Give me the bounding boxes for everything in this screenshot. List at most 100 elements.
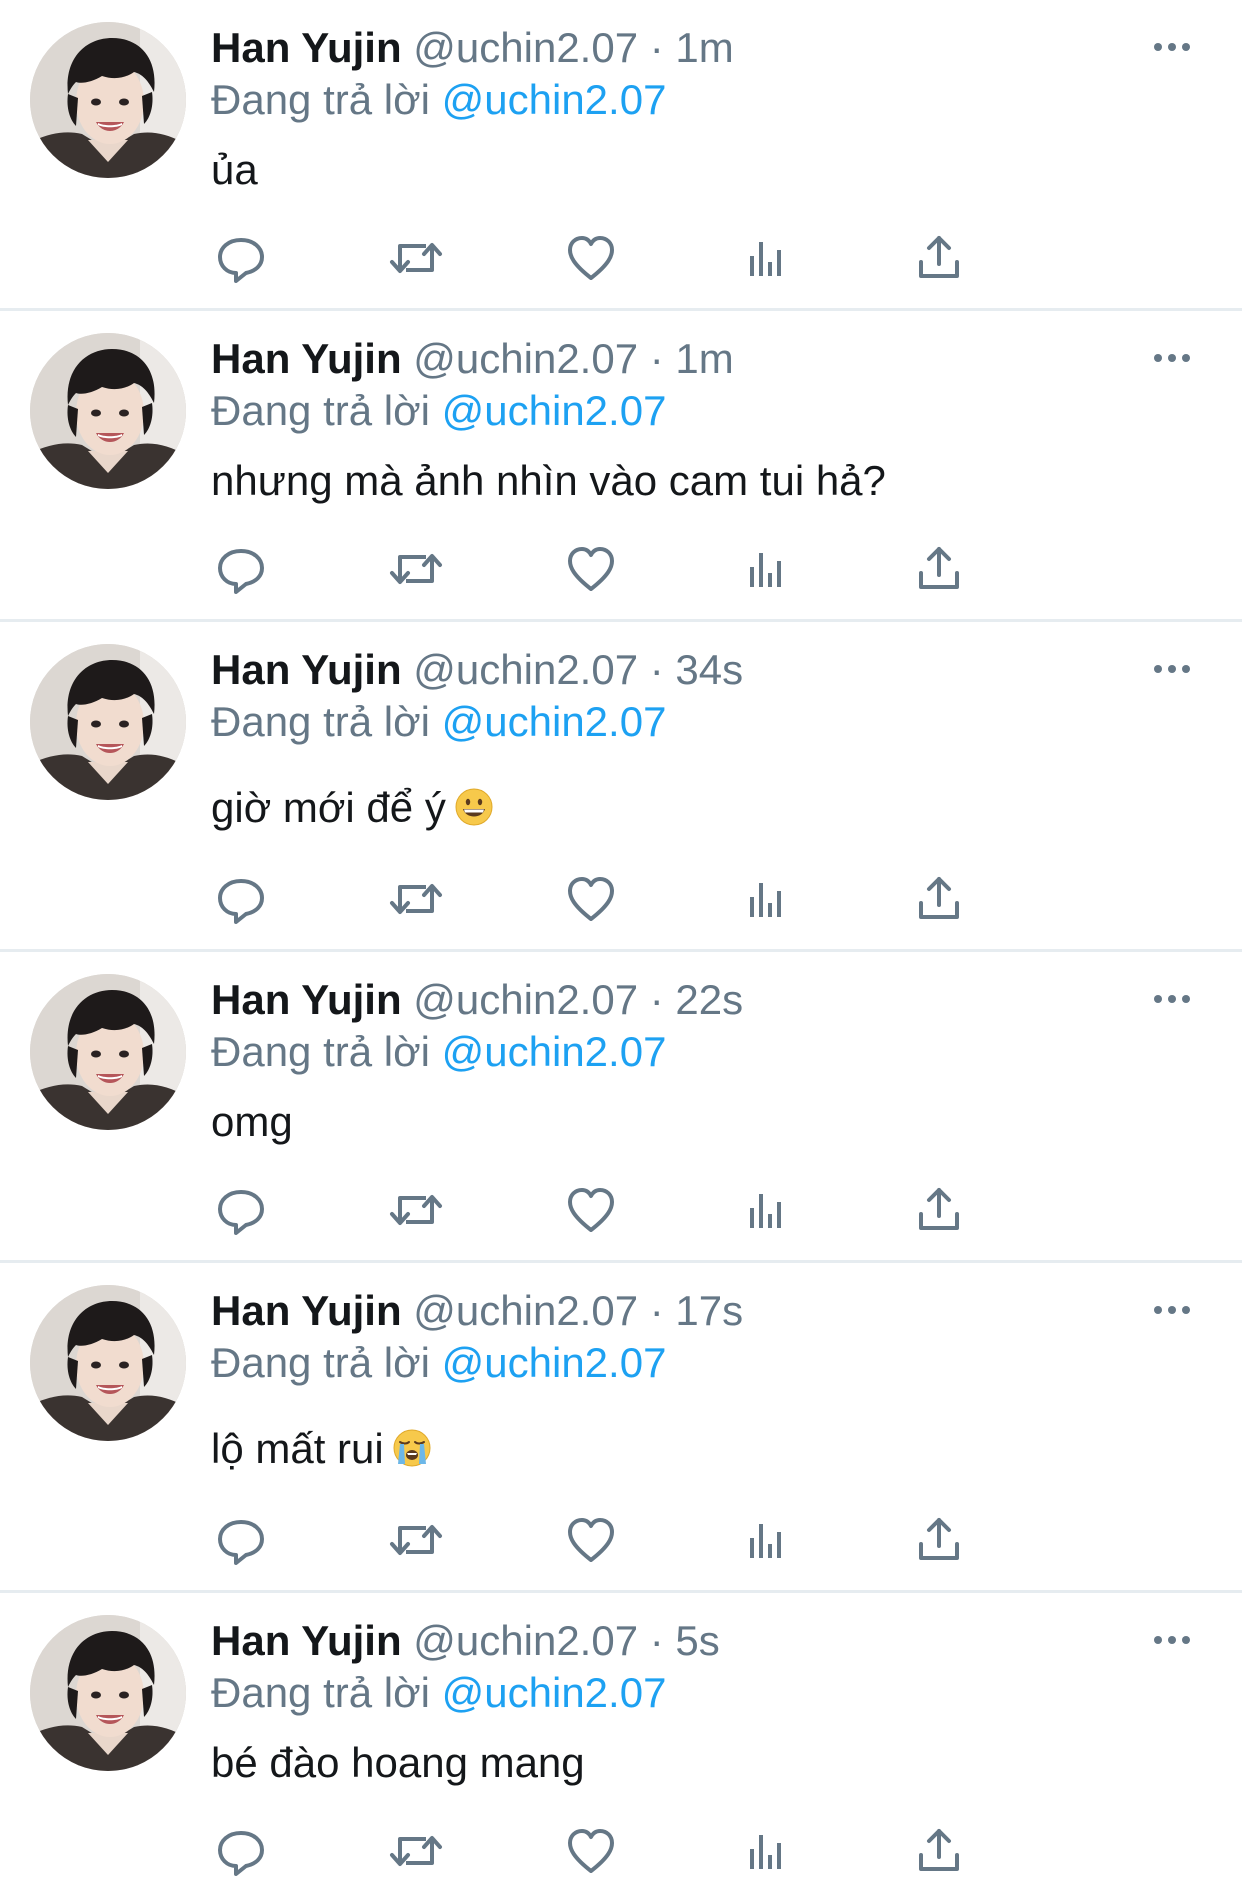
author-name[interactable]: Han Yujin [211,335,402,382]
tweet[interactable]: Han Yujin @uchin2.07 · 34s Đang trả lời … [0,622,1242,952]
analytics-icon[interactable] [736,1180,796,1240]
action-bar [211,539,1111,599]
more-options-icon[interactable] [1142,1625,1202,1655]
more-options-icon[interactable] [1142,1295,1202,1325]
timestamp[interactable]: 17s [675,1287,743,1334]
author-name[interactable]: Han Yujin [211,1617,402,1664]
reply-icon[interactable] [211,1180,271,1240]
retweet-icon[interactable] [386,228,446,288]
like-icon[interactable] [561,539,621,599]
author-handle[interactable]: @uchin2.07 [413,1287,638,1334]
author-handle[interactable]: @uchin2.07 [413,646,638,693]
retweet-icon[interactable] [386,869,446,929]
replying-to: Đang trả lời @uchin2.07 [211,1026,666,1078]
replying-to-handle[interactable]: @uchin2.07 [442,387,667,434]
share-icon[interactable] [909,539,969,599]
tweet-header: Han Yujin @uchin2.07 · 5s [211,1615,720,1667]
replying-to-label: Đang trả lời [211,698,430,745]
loudly-crying-face-emoji [392,1428,432,1468]
tweet-text: lộ mất rui [211,1423,432,1475]
retweet-icon[interactable] [386,1510,446,1570]
share-icon[interactable] [909,228,969,288]
avatar[interactable] [30,1615,186,1771]
analytics-icon[interactable] [736,539,796,599]
retweet-icon[interactable] [386,1821,446,1881]
tweet-text: giờ mới để ý [211,782,494,834]
replying-to-label: Đang trả lời [211,1339,430,1386]
timestamp[interactable]: 22s [675,976,743,1023]
replying-to-handle[interactable]: @uchin2.07 [442,1339,667,1386]
replying-to: Đang trả lời @uchin2.07 [211,385,666,437]
tweet-text-content: bé đào hoang mang [211,1739,585,1786]
action-bar [211,228,1111,288]
tweet-text-content: ủa [211,146,258,193]
reply-icon[interactable] [211,228,271,288]
tweet-text-content: omg [211,1098,293,1145]
replying-to-handle[interactable]: @uchin2.07 [442,698,667,745]
action-bar [211,1180,1111,1240]
replying-to-handle[interactable]: @uchin2.07 [442,1669,667,1716]
reply-icon[interactable] [211,1510,271,1570]
timestamp[interactable]: 1m [675,335,733,382]
replying-to: Đang trả lời @uchin2.07 [211,1667,666,1719]
share-icon[interactable] [909,869,969,929]
author-handle[interactable]: @uchin2.07 [413,976,638,1023]
share-icon[interactable] [909,1821,969,1881]
tweet-text: omg [211,1096,293,1148]
share-icon[interactable] [909,1180,969,1240]
replying-to-label: Đang trả lời [211,1028,430,1075]
tweet-text-content: lộ mất rui [211,1425,384,1472]
timestamp[interactable]: 34s [675,646,743,693]
replying-to-handle[interactable]: @uchin2.07 [442,1028,667,1075]
action-bar [211,1510,1111,1570]
like-icon[interactable] [561,1180,621,1240]
tweet[interactable]: Han Yujin @uchin2.07 · 22s Đang trả lời … [0,952,1242,1263]
more-options-icon[interactable] [1142,343,1202,373]
retweet-icon[interactable] [386,539,446,599]
separator-dot: · [649,976,664,1023]
author-handle[interactable]: @uchin2.07 [413,1617,638,1664]
tweet[interactable]: Han Yujin @uchin2.07 · 1m Đang trả lời @… [0,311,1242,622]
author-name[interactable]: Han Yujin [211,24,402,71]
avatar[interactable] [30,974,186,1130]
reply-icon[interactable] [211,539,271,599]
author-name[interactable]: Han Yujin [211,1287,402,1334]
like-icon[interactable] [561,1510,621,1570]
retweet-icon[interactable] [386,1180,446,1240]
replying-to: Đang trả lời @uchin2.07 [211,1337,666,1389]
action-bar [211,869,1111,929]
separator-dot: · [649,335,664,382]
action-bar [211,1821,1111,1881]
replying-to-label: Đang trả lời [211,387,430,434]
timestamp[interactable]: 1m [675,24,733,71]
more-options-icon[interactable] [1142,654,1202,684]
tweet[interactable]: Han Yujin @uchin2.07 · 5s Đang trả lời @… [0,1593,1242,1899]
author-handle[interactable]: @uchin2.07 [413,24,638,71]
avatar[interactable] [30,1285,186,1441]
like-icon[interactable] [561,1821,621,1881]
timestamp[interactable]: 5s [675,1617,719,1664]
share-icon[interactable] [909,1510,969,1570]
like-icon[interactable] [561,869,621,929]
tweet[interactable]: Han Yujin @uchin2.07 · 1m Đang trả lời @… [0,0,1242,311]
tweet-text-content: nhưng mà ảnh nhìn vào cam tui hả? [211,457,886,504]
grinning-face-emoji [454,787,494,827]
tweet[interactable]: Han Yujin @uchin2.07 · 17s Đang trả lời … [0,1263,1242,1593]
like-icon[interactable] [561,228,621,288]
replying-to-handle[interactable]: @uchin2.07 [442,76,667,123]
reply-icon[interactable] [211,1821,271,1881]
tweet-header: Han Yujin @uchin2.07 · 1m [211,333,734,385]
more-options-icon[interactable] [1142,984,1202,1014]
reply-icon[interactable] [211,869,271,929]
analytics-icon[interactable] [736,1510,796,1570]
avatar[interactable] [30,644,186,800]
avatar[interactable] [30,333,186,489]
avatar[interactable] [30,22,186,178]
author-name[interactable]: Han Yujin [211,646,402,693]
analytics-icon[interactable] [736,869,796,929]
author-name[interactable]: Han Yujin [211,976,402,1023]
more-options-icon[interactable] [1142,32,1202,62]
author-handle[interactable]: @uchin2.07 [413,335,638,382]
analytics-icon[interactable] [736,228,796,288]
analytics-icon[interactable] [736,1821,796,1881]
